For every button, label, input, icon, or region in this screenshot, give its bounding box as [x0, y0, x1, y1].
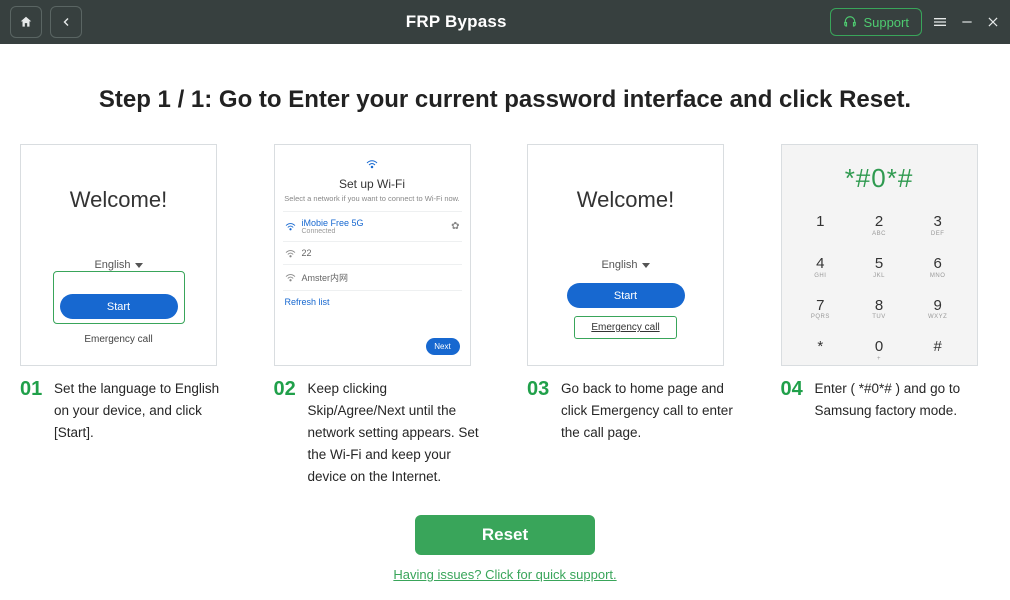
home-button[interactable]: [10, 6, 42, 38]
back-button[interactable]: [50, 6, 82, 38]
step-title: Step 1 / 1: Go to Enter your current pas…: [20, 86, 990, 114]
step-1: Welcome! English Start Emergency call 01…: [20, 144, 230, 488]
step-2: Set up Wi-Fi Select a network if you wan…: [274, 144, 484, 488]
mock-welcome-title: Welcome!: [70, 187, 167, 213]
mock-emergency-highlight: Emergency call: [574, 316, 676, 339]
close-button[interactable]: [986, 15, 1000, 29]
wifi-icon: [283, 159, 462, 171]
step-caption-text: Set the language to English on your devi…: [54, 378, 230, 444]
mock-dialer-display: *#0*#: [845, 163, 914, 194]
mock-wifi-row: iMobie Free 5G Connected ✿: [283, 211, 462, 241]
step-4-mock: *#0*# 1 2ABC 3DEF 4GHI 5JKL 6MNO 7PQRS 8TUV 9WXY…: [781, 144, 978, 366]
mock-next-button: Next: [426, 338, 460, 355]
step-cards-row: Welcome! English Start Emergency call 01…: [20, 144, 990, 488]
titlebar-right: Support: [830, 8, 1000, 36]
menu-button[interactable]: [932, 14, 948, 30]
step-3-mock: Welcome! English Start Emergency call: [527, 144, 724, 366]
mock-wifi-title: Set up Wi-Fi: [283, 177, 462, 191]
window-title: FRP Bypass: [406, 12, 507, 32]
wifi-signal-icon: [285, 222, 296, 231]
support-button[interactable]: Support: [830, 8, 922, 36]
headset-icon: [843, 15, 857, 29]
mock-wifi-row: 22: [283, 241, 462, 264]
step-1-caption: 01 Set the language to English on your d…: [20, 378, 230, 444]
step-caption-text: Keep clicking Skip/Agree/Next until the …: [308, 378, 484, 488]
keypad-key: 7PQRS: [804, 298, 837, 322]
mock-wifi-row: Amster内网: [283, 264, 462, 290]
keypad-key: 5JKL: [863, 256, 896, 280]
step-1-mock: Welcome! English Start Emergency call: [20, 144, 217, 366]
step-4: *#0*# 1 2ABC 3DEF 4GHI 5JKL 6MNO 7PQRS 8TUV 9WXY…: [781, 144, 991, 488]
dropdown-caret-icon: [135, 263, 143, 268]
titlebar: FRP Bypass Support: [0, 0, 1010, 44]
keypad-key: 4GHI: [804, 256, 837, 280]
gear-icon: ✿: [451, 221, 459, 232]
chevron-left-icon: [60, 16, 72, 28]
keypad-key: 8TUV: [863, 298, 896, 322]
footer: Reset Having issues? Click for quick sup…: [20, 515, 990, 582]
wifi-signal-icon: [285, 273, 296, 282]
menu-icon: [932, 14, 948, 30]
mock-refresh-list: Refresh list: [283, 290, 462, 313]
step-caption-text: Go back to home page and click Emergency…: [561, 378, 737, 444]
step-2-caption: 02 Keep clicking Skip/Agree/Next until t…: [274, 378, 484, 488]
main: Step 1 / 1: Go to Enter your current pas…: [0, 44, 1010, 600]
keypad-key: 3DEF: [921, 214, 954, 238]
minimize-icon: [960, 15, 974, 29]
minimize-button[interactable]: [960, 15, 974, 29]
mock-language-selector: English: [94, 259, 142, 271]
step-4-caption: 04 Enter ( *#0*# ) and go to Samsung fac…: [781, 378, 991, 422]
mock-keypad: 1 2ABC 3DEF 4GHI 5JKL 6MNO 7PQRS 8TUV 9WXYZ * 0+ #: [804, 214, 954, 363]
reset-button[interactable]: Reset: [415, 515, 595, 555]
mock-emergency-text: Emergency call: [591, 322, 659, 333]
window-controls: [932, 14, 1000, 30]
step-3-caption: 03 Go back to home page and click Emerge…: [527, 378, 737, 444]
step-number: 03: [527, 378, 553, 444]
keypad-key: *: [804, 339, 837, 363]
step-number: 01: [20, 378, 46, 444]
keypad-key: 0+: [863, 339, 896, 363]
mock-language-selector: English: [601, 259, 649, 271]
step-3: Welcome! English Start Emergency call 03…: [527, 144, 737, 488]
mock-emergency-text: Emergency call: [84, 334, 152, 345]
step-number: 04: [781, 378, 807, 422]
titlebar-left: [10, 6, 82, 38]
keypad-key: 6MNO: [921, 256, 954, 280]
step-number: 02: [274, 378, 300, 488]
mock-welcome-title: Welcome!: [577, 187, 674, 213]
mock-start-highlight: Start: [53, 271, 185, 324]
mock-wifi-subtitle: Select a network if you want to connect …: [283, 194, 462, 203]
step-caption-text: Enter ( *#0*# ) and go to Samsung factor…: [815, 378, 991, 422]
keypad-key: 9WXYZ: [921, 298, 954, 322]
keypad-key: 1: [804, 214, 837, 238]
dropdown-caret-icon: [642, 263, 650, 268]
support-link[interactable]: Having issues? Click for quick support.: [393, 567, 616, 582]
support-label: Support: [863, 15, 909, 30]
home-icon: [19, 15, 33, 29]
keypad-key: 2ABC: [863, 214, 896, 238]
step-2-mock: Set up Wi-Fi Select a network if you wan…: [274, 144, 471, 366]
close-icon: [986, 15, 1000, 29]
mock-start-button: Start: [567, 283, 685, 308]
mock-start-button: Start: [60, 294, 178, 319]
wifi-signal-icon: [285, 249, 296, 258]
keypad-key: #: [921, 339, 954, 363]
